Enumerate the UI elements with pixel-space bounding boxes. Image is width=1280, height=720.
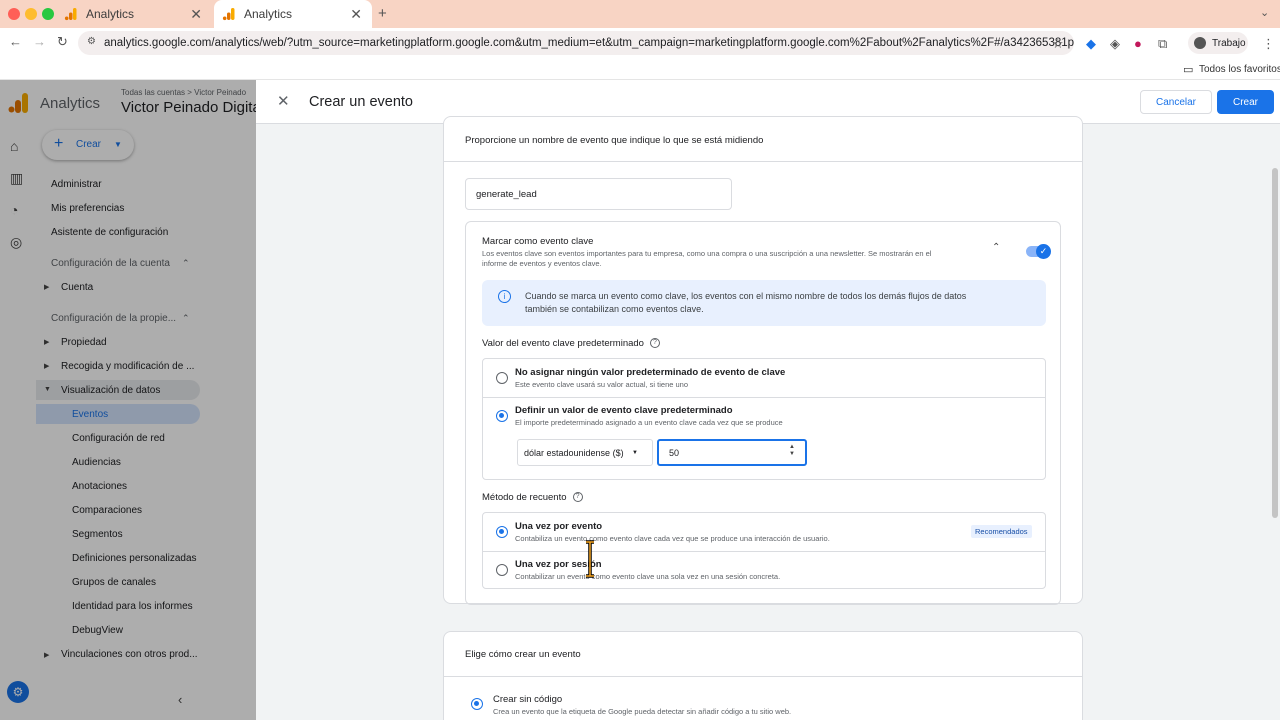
- folder-icon: ▭: [1183, 64, 1194, 76]
- back-icon[interactable]: ←: [9, 34, 22, 49]
- extensions-puzzle-icon[interactable]: ⧉: [1158, 36, 1167, 52]
- all-bookmarks-link[interactable]: Todos los favoritos: [1199, 64, 1280, 75]
- key-event-toggle[interactable]: ✓: [1026, 244, 1051, 259]
- more-menu-icon[interactable]: ⋮: [1262, 36, 1275, 52]
- new-tab-icon[interactable]: +: [378, 5, 387, 22]
- create-method-label: Elige cómo crear un evento: [465, 649, 581, 660]
- extension-icon[interactable]: ◆: [1086, 36, 1096, 52]
- url-text: analytics.google.com/analytics/web/?utm_…: [104, 37, 1074, 49]
- reload-icon[interactable]: ↻: [57, 34, 68, 50]
- bookmarks-bar: ▭ Todos los favoritos: [0, 58, 1280, 80]
- counting-method-label: Método de recuento?: [482, 492, 583, 503]
- currency-select[interactable]: dólar estadounidense ($) ▼: [517, 439, 653, 466]
- currency-value: dólar estadounidense ($): [524, 448, 624, 458]
- opt-no-code-title: Crear sin código: [493, 694, 563, 705]
- create-method-card: Elige cómo crear un evento Crear sin cód…: [443, 631, 1083, 720]
- default-value-label: Valor del evento clave predeterminado?: [482, 338, 660, 349]
- counting-method-options: Una vez por evento Contabiliza un evento…: [482, 512, 1046, 589]
- profile-label: Trabajo: [1212, 37, 1246, 49]
- browser-tab-1[interactable]: Analytics ✕: [56, 0, 212, 28]
- default-amount-input[interactable]: 50 ▲ ▼: [657, 439, 807, 466]
- site-settings-icon[interactable]: ⚙: [87, 36, 96, 47]
- opt-per-session-desc: Contabilizar un evento como evento clave…: [515, 572, 781, 581]
- opt-define-default-desc: El importe predeterminado asignado a un …: [515, 418, 783, 427]
- key-event-desc-2: informe de eventos y eventos clave.: [482, 259, 602, 268]
- opt-no-default-desc: Este evento clave usará su valor actual,…: [515, 380, 689, 389]
- help-icon[interactable]: ?: [649, 338, 660, 349]
- opt-no-default-title: No asignar ningún valor predeterminado d…: [515, 367, 786, 378]
- event-config-card: Proporcione un nombre de evento que indi…: [443, 116, 1083, 605]
- once-per-event-radio[interactable]: [496, 526, 508, 538]
- maximize-window-button[interactable]: [42, 8, 54, 20]
- panel-title: Crear un evento: [309, 94, 413, 110]
- info-text-2: también se contabilizan como eventos cla…: [525, 304, 704, 314]
- profile-button[interactable]: Trabajo: [1188, 32, 1248, 54]
- tab-title: Analytics: [86, 7, 135, 21]
- extension-icon[interactable]: ●: [1134, 36, 1142, 51]
- recommended-badge: Recomendados: [971, 525, 1032, 538]
- close-window-button[interactable]: [8, 8, 20, 20]
- default-value-label-text: Valor del evento clave predeterminado: [482, 338, 644, 349]
- key-event-section: Marcar como evento clave Los eventos cla…: [465, 221, 1061, 605]
- info-text-1: Cuando se marca un evento como clave, lo…: [525, 291, 967, 301]
- info-banner: i Cuando se marca un evento como clave, …: [482, 280, 1046, 326]
- divider: [444, 676, 1082, 677]
- close-tab-icon[interactable]: ✕: [190, 6, 202, 23]
- once-per-session-radio[interactable]: [496, 564, 508, 576]
- chevron-up-icon[interactable]: ⌃: [992, 242, 1000, 253]
- opt-per-event-title: Una vez por evento: [515, 521, 603, 532]
- create-event-panel: ✕ Crear un evento Cancelar Crear Proporc…: [256, 80, 1280, 720]
- event-name-input[interactable]: generate_lead: [465, 178, 732, 210]
- close-tab-icon[interactable]: ✕: [350, 6, 362, 23]
- analytics-logo-icon: [222, 7, 236, 21]
- panel-scrollbar[interactable]: [1272, 168, 1278, 518]
- forward-icon[interactable]: →: [33, 34, 46, 49]
- no-code-radio[interactable]: [471, 698, 483, 710]
- opt-no-code-desc: Crea un evento que la etiqueta de Google…: [493, 707, 792, 716]
- default-value-options: No asignar ningún valor predeterminado d…: [482, 358, 1046, 480]
- name-prompt: Proporcione un nombre de evento que indi…: [465, 135, 764, 146]
- extension-icon[interactable]: ◈: [1110, 36, 1120, 52]
- info-icon: i: [498, 290, 511, 303]
- modal-scrim[interactable]: [0, 80, 256, 720]
- minimize-window-button[interactable]: [25, 8, 37, 20]
- key-event-desc-1: Los eventos clave son eventos importante…: [482, 249, 932, 258]
- default-amount-value: 50: [669, 448, 680, 458]
- opt-per-event-desc: Contabiliza un evento como evento clave …: [515, 534, 830, 543]
- tab-title: Analytics: [244, 7, 293, 21]
- opt-define-default-title: Definir un valor de evento clave predete…: [515, 405, 733, 416]
- url-field[interactable]: ⚙ analytics.google.com/analytics/web/?ut…: [78, 31, 1074, 55]
- stepper-icon[interactable]: ▲ ▼: [789, 444, 795, 458]
- check-icon: ✓: [1036, 244, 1051, 259]
- key-event-title: Marcar como evento clave: [482, 236, 594, 247]
- close-icon[interactable]: ✕: [277, 92, 290, 110]
- divider: [483, 397, 1045, 398]
- divider: [483, 551, 1045, 552]
- caret-down-icon: ▼: [632, 450, 638, 456]
- create-submit-button[interactable]: Crear: [1217, 90, 1274, 114]
- browser-tab-2[interactable]: Analytics ✕: [214, 0, 372, 28]
- cancel-button[interactable]: Cancelar: [1140, 90, 1212, 114]
- counting-method-label-text: Método de recuento: [482, 492, 567, 503]
- define-default-radio[interactable]: [496, 410, 508, 422]
- avatar: [1194, 37, 1206, 49]
- text-cursor-icon: [585, 540, 595, 578]
- help-icon[interactable]: ?: [572, 492, 583, 503]
- chevron-down-icon[interactable]: ⌄: [1260, 6, 1269, 19]
- bookmark-star-icon[interactable]: ☆: [1052, 36, 1064, 52]
- browser-tab-bar: Analytics ✕ Analytics ✕ + ⌄: [0, 0, 1280, 28]
- analytics-logo-icon: [64, 7, 78, 21]
- no-default-radio[interactable]: [496, 372, 508, 384]
- divider: [444, 161, 1082, 162]
